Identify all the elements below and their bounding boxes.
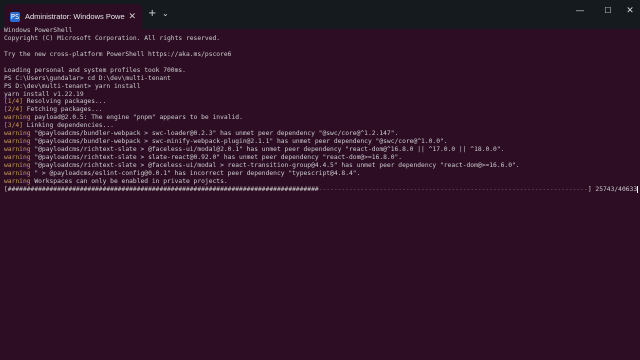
terminal-line: Windows PowerShell — [4, 27, 638, 35]
line-text: PS D:\dev\multi-tenant> yarn install — [4, 82, 141, 90]
terminal-line: Loading personal and system profiles too… — [4, 67, 638, 75]
line-text: Workspaces can only be enabled in privat… — [30, 177, 228, 185]
warning-label: warning — [4, 154, 31, 161]
chevron-down-icon[interactable]: ⌄ — [162, 8, 169, 20]
terminal-line: warning payload@2.0.5: The engine "pnpm"… — [4, 114, 638, 122]
terminal-line: [1/4] Resolving packages... — [4, 98, 638, 106]
terminal-line: [2/4] Fetching packages... — [4, 106, 638, 114]
warning-label: warning — [4, 169, 31, 177]
terminal-line: [3/4] Linking dependencies... — [4, 122, 638, 130]
terminal-window: PS Administrator: Windows Powe ✕ + ⌄ — ☐… — [0, 0, 640, 360]
step-label: [3/4] — [4, 122, 23, 130]
minimize-button[interactable]: — — [570, 6, 590, 16]
terminal-line: Copyright (C) Microsoft Corporation. All… — [4, 35, 638, 43]
progress-filled: ########################################… — [7, 185, 319, 193]
terminal-line: warning "@payloadcms/richtext-slate > sl… — [4, 154, 638, 162]
terminal-line: PS D:\dev\multi-tenant> yarn install — [4, 83, 638, 91]
line-text: Fetching packages... — [22, 106, 103, 114]
terminal-bottom-area — [0, 347, 640, 360]
terminal-line: warning Workspaces can only be enabled i… — [4, 178, 638, 186]
terminal-line: warning "@payloadcms/richtext-slate > @f… — [4, 146, 638, 154]
line-text: "@payloadcms/richtext-slate > @faceless-… — [30, 161, 520, 169]
terminal-line: Try the new cross-platform PowerShell ht… — [4, 51, 638, 59]
line-text: "@payloadcms/bundler-webpack > swc-minif… — [30, 138, 448, 146]
tab-powershell[interactable]: PS Administrator: Windows Powe ✕ — [4, 4, 142, 29]
line-text: yarn install v1.22.19 — [4, 90, 84, 98]
line-text: Copyright (C) Microsoft Corporation. All… — [4, 34, 221, 42]
step-label: [2/4] — [4, 106, 23, 114]
terminal-line: warning "@payloadcms/bundler-webpack > s… — [4, 138, 638, 146]
terminal-line: warning "@payloadcms/richtext-slate > @f… — [4, 162, 638, 170]
terminal-output[interactable]: Windows PowerShell Copyright (C) Microsof… — [4, 27, 638, 347]
maximize-button[interactable]: ☐ — [598, 6, 618, 15]
warning-label: warning — [4, 138, 31, 146]
warning-label: warning — [4, 130, 31, 138]
cursor — [637, 186, 638, 194]
terminal-line: PS C:\Users\gundalar> cd D:\dev\multi-te… — [4, 75, 638, 83]
warning-label: warning — [4, 161, 31, 169]
title-bar: PS Administrator: Windows Powe ✕ + ⌄ — ☐… — [0, 0, 640, 29]
progress-remaining: ----------------------------------------… — [318, 185, 588, 193]
line-text: PS C:\Users\gundalar> cd D:\dev\multi-te… — [4, 74, 171, 82]
progress-bar: [#######################################… — [4, 186, 638, 194]
warning-label: warning — [4, 114, 31, 122]
progress-counter: 25743/40633 — [591, 185, 638, 193]
close-button[interactable]: ✕ — [620, 6, 640, 16]
line-text: Linking dependencies... — [22, 122, 114, 130]
line-text: "@payloadcms/bundler-webpack > swc-loade… — [30, 130, 399, 138]
terminal-line: yarn install v1.22.19 — [4, 91, 638, 99]
line-text: Loading personal and system profiles too… — [4, 66, 186, 74]
powershell-icon: PS — [10, 11, 20, 22]
terminal-line: warning " > @payloadcms/eslint-config@0.… — [4, 170, 638, 178]
line-text: payload@2.0.5: The engine "pnpm" appears… — [30, 114, 243, 122]
line-text: " > @payloadcms/eslint-config@0.0.1" has… — [30, 169, 361, 177]
new-tab-button[interactable]: + — [148, 8, 156, 20]
step-label: [1/4] — [4, 98, 23, 106]
tab-close-icon[interactable]: ✕ — [128, 12, 136, 22]
line-text: Resolving packages... — [22, 98, 107, 106]
line-text: Windows PowerShell — [4, 27, 73, 34]
line-text: "@payloadcms/richtext-slate > slate-reac… — [30, 154, 403, 161]
terminal-line: warning "@payloadcms/bundler-webpack > s… — [4, 130, 638, 138]
warning-label: warning — [4, 146, 31, 154]
tab-title: Administrator: Windows Powe — [25, 12, 125, 21]
line-text: "@payloadcms/richtext-slate > @faceless-… — [30, 146, 505, 154]
line-text: Try the new cross-platform PowerShell ht… — [4, 50, 232, 58]
warning-label: warning — [4, 177, 31, 185]
